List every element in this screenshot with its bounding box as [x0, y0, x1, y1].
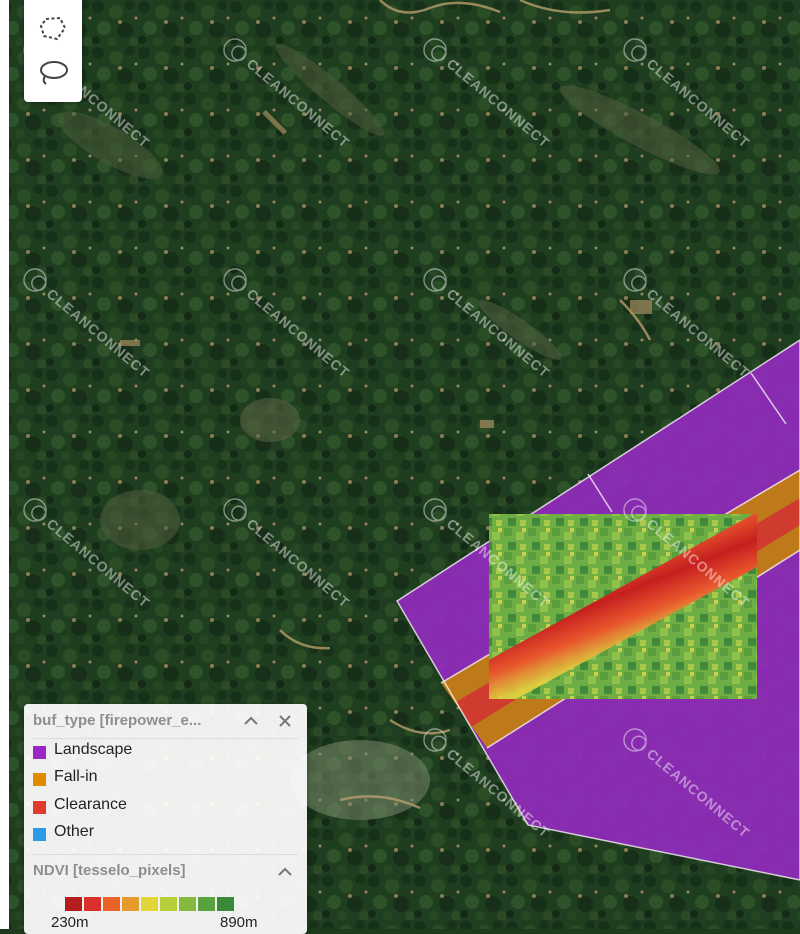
- legend-header: buf_type [firepower_e...: [24, 704, 307, 738]
- close-icon: [279, 715, 291, 727]
- legend-divider: [33, 738, 298, 739]
- legend-layer-title: buf_type [firepower_e...: [33, 712, 202, 729]
- legend-item-clearance: Clearance: [33, 796, 293, 818]
- ndvi-ramp-cell: [103, 897, 120, 911]
- legend-swatch: [33, 801, 46, 814]
- ndvi-raster-overlay[interactable]: [489, 512, 757, 714]
- legend-item-label: Fall-in: [54, 768, 98, 785]
- layer-legend-panel: buf_type [firepower_e... Landscape Fall-…: [24, 704, 307, 934]
- legend-item-other: Other: [33, 823, 293, 845]
- legend-divider: [33, 854, 298, 855]
- legend-close-button[interactable]: [276, 712, 294, 730]
- legend-collapse-button[interactable]: [242, 712, 260, 730]
- legend-swatch: [33, 773, 46, 786]
- ndvi-min-label: 230m: [51, 914, 89, 931]
- ndvi-ramp-cell: [160, 897, 177, 911]
- ndvi-ramp-cell: [141, 897, 158, 911]
- ndvi-collapse-button[interactable]: [276, 863, 294, 881]
- ndvi-ramp-cell: [84, 897, 101, 911]
- polygon-select-tool[interactable]: [32, 8, 74, 50]
- legend-item-label: Landscape: [54, 741, 133, 758]
- freehand-lasso-tool[interactable]: [32, 52, 74, 94]
- ndvi-ramp-cell: [217, 897, 234, 911]
- legend-swatch: [33, 828, 46, 841]
- ndvi-max-label: 890m: [220, 914, 258, 931]
- ndvi-ramp-cell: [122, 897, 139, 911]
- ndvi-color-ramp: [65, 897, 236, 913]
- legend-item-landscape: Landscape: [33, 741, 293, 763]
- draw-toolbar: [24, 0, 82, 102]
- ndvi-ramp-cell: [179, 897, 196, 911]
- ndvi-layer-title: NDVI [tesselo_pixels]: [33, 862, 186, 879]
- chevron-up-icon: [278, 867, 292, 876]
- legend-item-label: Clearance: [54, 796, 127, 813]
- freehand-lasso-icon: [40, 61, 68, 85]
- chevron-up-icon: [244, 716, 258, 725]
- legend-swatch: [33, 746, 46, 759]
- polygon-select-icon: [39, 16, 67, 41]
- map-left-edge: [0, 0, 9, 929]
- ndvi-ramp-cell: [65, 897, 82, 911]
- ndvi-ramp-cell: [198, 897, 215, 911]
- legend-item-label: Other: [54, 823, 95, 840]
- legend-item-fall-in: Fall-in: [33, 768, 293, 790]
